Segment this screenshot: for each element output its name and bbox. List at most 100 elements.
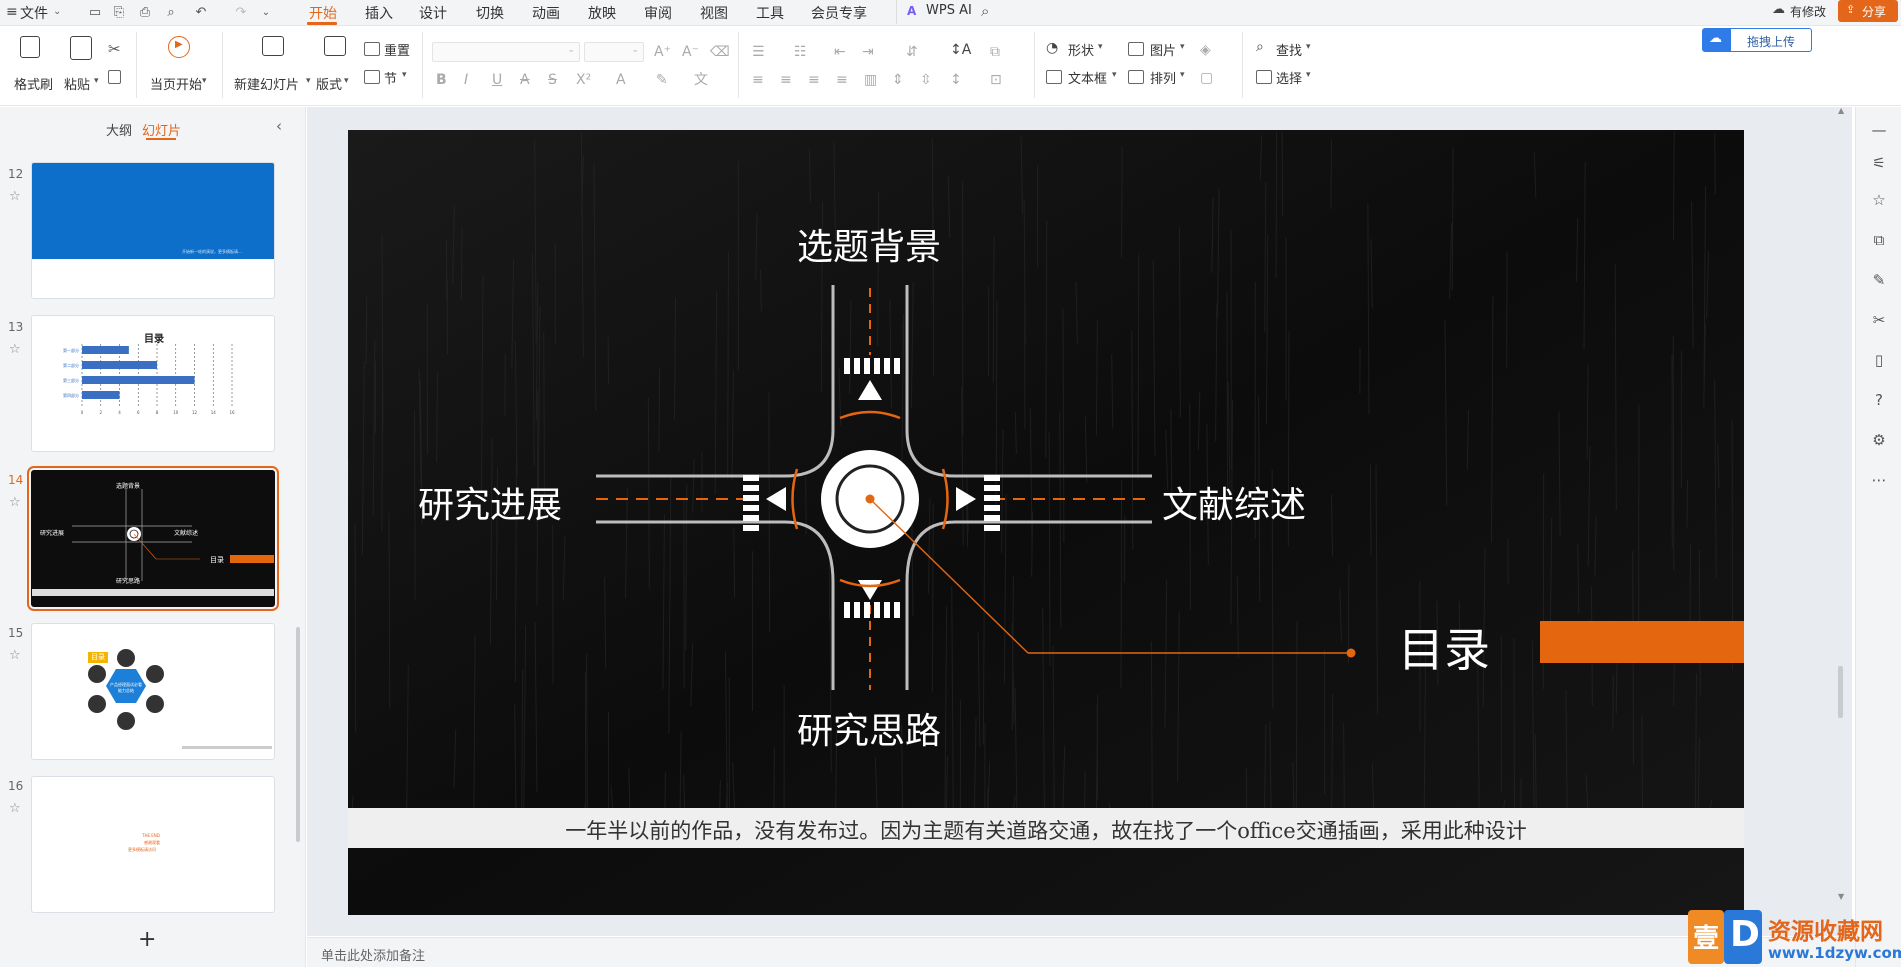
search-icon[interactable]: ⌕ [981,2,989,20]
layout-button[interactable]: 版式 ▾ [316,32,358,94]
shrink-font-icon[interactable]: A⁻ [682,44,699,60]
highlight-icon[interactable]: ✎ [656,72,668,88]
star-icon[interactable]: ☆ [9,189,21,204]
grow-font-icon[interactable]: A⁺ [654,44,671,60]
superscript-icon[interactable]: X² [576,72,591,88]
tab-insert[interactable]: 插入 [365,3,393,23]
slide-14[interactable]: 选题背景 研究进展 文献综述 研究思路 目录 一年半以前的作品，没有发布过。因为… [348,130,1744,915]
font-family-select[interactable]: ⌄ [432,42,580,62]
align-left-icon[interactable]: ≡ [752,72,764,88]
chevron-down-icon[interactable]: ⌄ [53,6,61,17]
star-icon[interactable]: ☆ [9,801,21,816]
star-icon[interactable]: ☆ [9,648,21,663]
more-icon[interactable]: ⋯ [1870,471,1888,489]
label-catalog[interactable]: 目录 [1398,614,1490,680]
play-from-current-button[interactable]: ▶ 当页开始 ▾ [148,32,212,94]
customize-icon[interactable]: ⌄ [258,5,274,21]
settings-icon[interactable]: ⚙ [1870,431,1888,449]
numbered-list-icon[interactable]: ☷ [794,44,807,60]
label-literature-review[interactable]: 文献综述 [1162,476,1306,528]
fill-color-icon[interactable]: ◈ [1200,42,1211,58]
align-center-icon[interactable]: ≡ [780,72,792,88]
justify-icon[interactable]: ≡ [836,72,848,88]
collapse-panel-icon[interactable]: ‹ [276,117,282,135]
new-slide-button[interactable]: 新建幻灯片 ▾ [232,32,316,94]
clear-format-icon[interactable]: ⌫ [710,44,730,60]
columns-icon[interactable]: ⇳ [920,72,932,88]
star-icon[interactable]: ☆ [9,495,21,510]
distribute-icon[interactable]: ▥ [864,72,877,88]
textbox-button[interactable]: 文本框 ▾ [1046,68,1118,87]
scroll-down-icon[interactable]: ▼ [1838,892,1844,901]
text-align-box-icon[interactable]: ⊡ [990,72,1002,88]
notes-placeholder[interactable]: 单击此处添加备注 [321,945,425,964]
font-color-icon[interactable]: A [616,72,626,88]
format-painter-button[interactable]: 格式刷 [12,32,54,94]
drag-upload-button[interactable]: ☁ 拖拽上传 [1702,28,1812,52]
modified-status[interactable]: 有修改 [1790,3,1826,20]
properties-icon[interactable]: ⚟ [1870,154,1888,172]
slide-thumbnail-12[interactable]: 开始新一轮的演说，更多模板请... [31,162,275,299]
star-icon[interactable]: ☆ [1870,191,1888,209]
slide-caption[interactable]: 一年半以前的作品，没有发布过。因为主题有关道路交通，故在找了一个office交通… [348,815,1744,845]
wps-ai-button[interactable]: WPS AI [926,3,972,18]
help-icon[interactable]: ? [1870,391,1888,409]
italic-icon[interactable]: I [464,72,468,88]
slide-thumbnail-15[interactable]: 目录 产品经理面试必看能力总结 [31,623,275,760]
print-icon[interactable]: ⎙ [137,5,153,21]
redo-icon[interactable]: ↷ [233,5,249,21]
cut-icon[interactable]: ✂ [108,40,121,58]
export-icon[interactable]: ⎘ [111,5,127,21]
undo-icon[interactable]: ↶ [193,5,209,21]
picture-button[interactable]: 图片 ▾ [1128,40,1192,59]
increase-indent-icon[interactable]: ⇥ [862,44,874,60]
edit-icon[interactable]: ✎ [1870,271,1888,289]
slide-thumbnail-13[interactable]: 目录 0 2 4 6 8 10 12 14 16 第一部分 第二部分 第三部分 第四部分 [31,315,275,452]
align-right-icon[interactable]: ≡ [808,72,820,88]
slide-thumbnail-14[interactable]: 选题背景 研究进展 文献综述 研究思路 目录 [27,466,279,611]
tab-slides[interactable]: 幻灯片 [142,120,181,139]
print-preview-icon[interactable]: ⌕ [163,5,179,21]
canvas-scrollbar[interactable]: ▲ ▼ [1836,106,1846,936]
underline-icon[interactable]: U [492,72,502,88]
scroll-thumb[interactable] [1838,666,1843,718]
panel-scrollbar[interactable] [296,627,300,842]
add-slide-button[interactable]: + [138,927,156,952]
copy-style-icon[interactable]: ⧉ [1870,231,1888,249]
tab-transition[interactable]: 切换 [476,3,504,23]
bullet-list-icon[interactable]: ☰ [752,44,765,60]
hamburger-icon[interactable]: ≡ [6,4,18,20]
convert-smartart-icon[interactable]: ⧉ [990,44,1000,60]
slide-thumbnail-16[interactable]: THE END 感谢观看 更多模板请访问 [31,776,275,913]
paste-button[interactable]: 粘贴 ▾ [62,32,102,94]
collapse-icon[interactable]: — [1870,121,1888,139]
label-topic-background[interactable]: 选题背景 [797,218,941,270]
share-button[interactable]: ⇪ 分享 [1838,0,1898,22]
tab-design[interactable]: 设计 [419,3,447,23]
label-research-progress[interactable]: 研究进展 [418,476,562,528]
save-icon[interactable]: ▭ [87,5,103,21]
book-icon[interactable]: ▯ [1870,351,1888,369]
tab-outline[interactable]: 大纲 [106,120,132,139]
tab-view[interactable]: 视图 [700,3,728,23]
reset-button[interactable]: 重置 [364,40,412,59]
line-spacing-options-icon[interactable]: ↕ [950,72,962,88]
tab-slideshow[interactable]: 放映 [588,3,616,23]
section-button[interactable]: 节 ▾ [364,68,412,87]
arrange-button[interactable]: 排列 ▾ [1128,68,1192,87]
select-button[interactable]: 选择 ▾ [1256,68,1320,87]
label-research-approach[interactable]: 研究思路 [797,702,941,754]
decrease-indent-icon[interactable]: ⇤ [834,44,846,60]
tab-member[interactable]: 会员专享 [811,3,867,23]
strikethrough-icon[interactable]: A [520,72,530,88]
copy-icon[interactable] [108,70,121,84]
find-button[interactable]: ⌕ 查找 ▾ [1256,39,1320,59]
notes-bar[interactable]: 单击此处添加备注 [307,937,1855,967]
tab-animation[interactable]: 动画 [532,3,560,23]
text-direction-icon[interactable]: ⇵ [906,44,918,60]
file-menu[interactable]: 文件 [20,3,48,23]
star-icon[interactable]: ☆ [9,342,21,357]
phonetic-icon[interactable]: 文 [694,72,708,88]
bold-icon[interactable]: B [436,72,447,88]
strikethrough-s-icon[interactable]: S [548,72,557,88]
